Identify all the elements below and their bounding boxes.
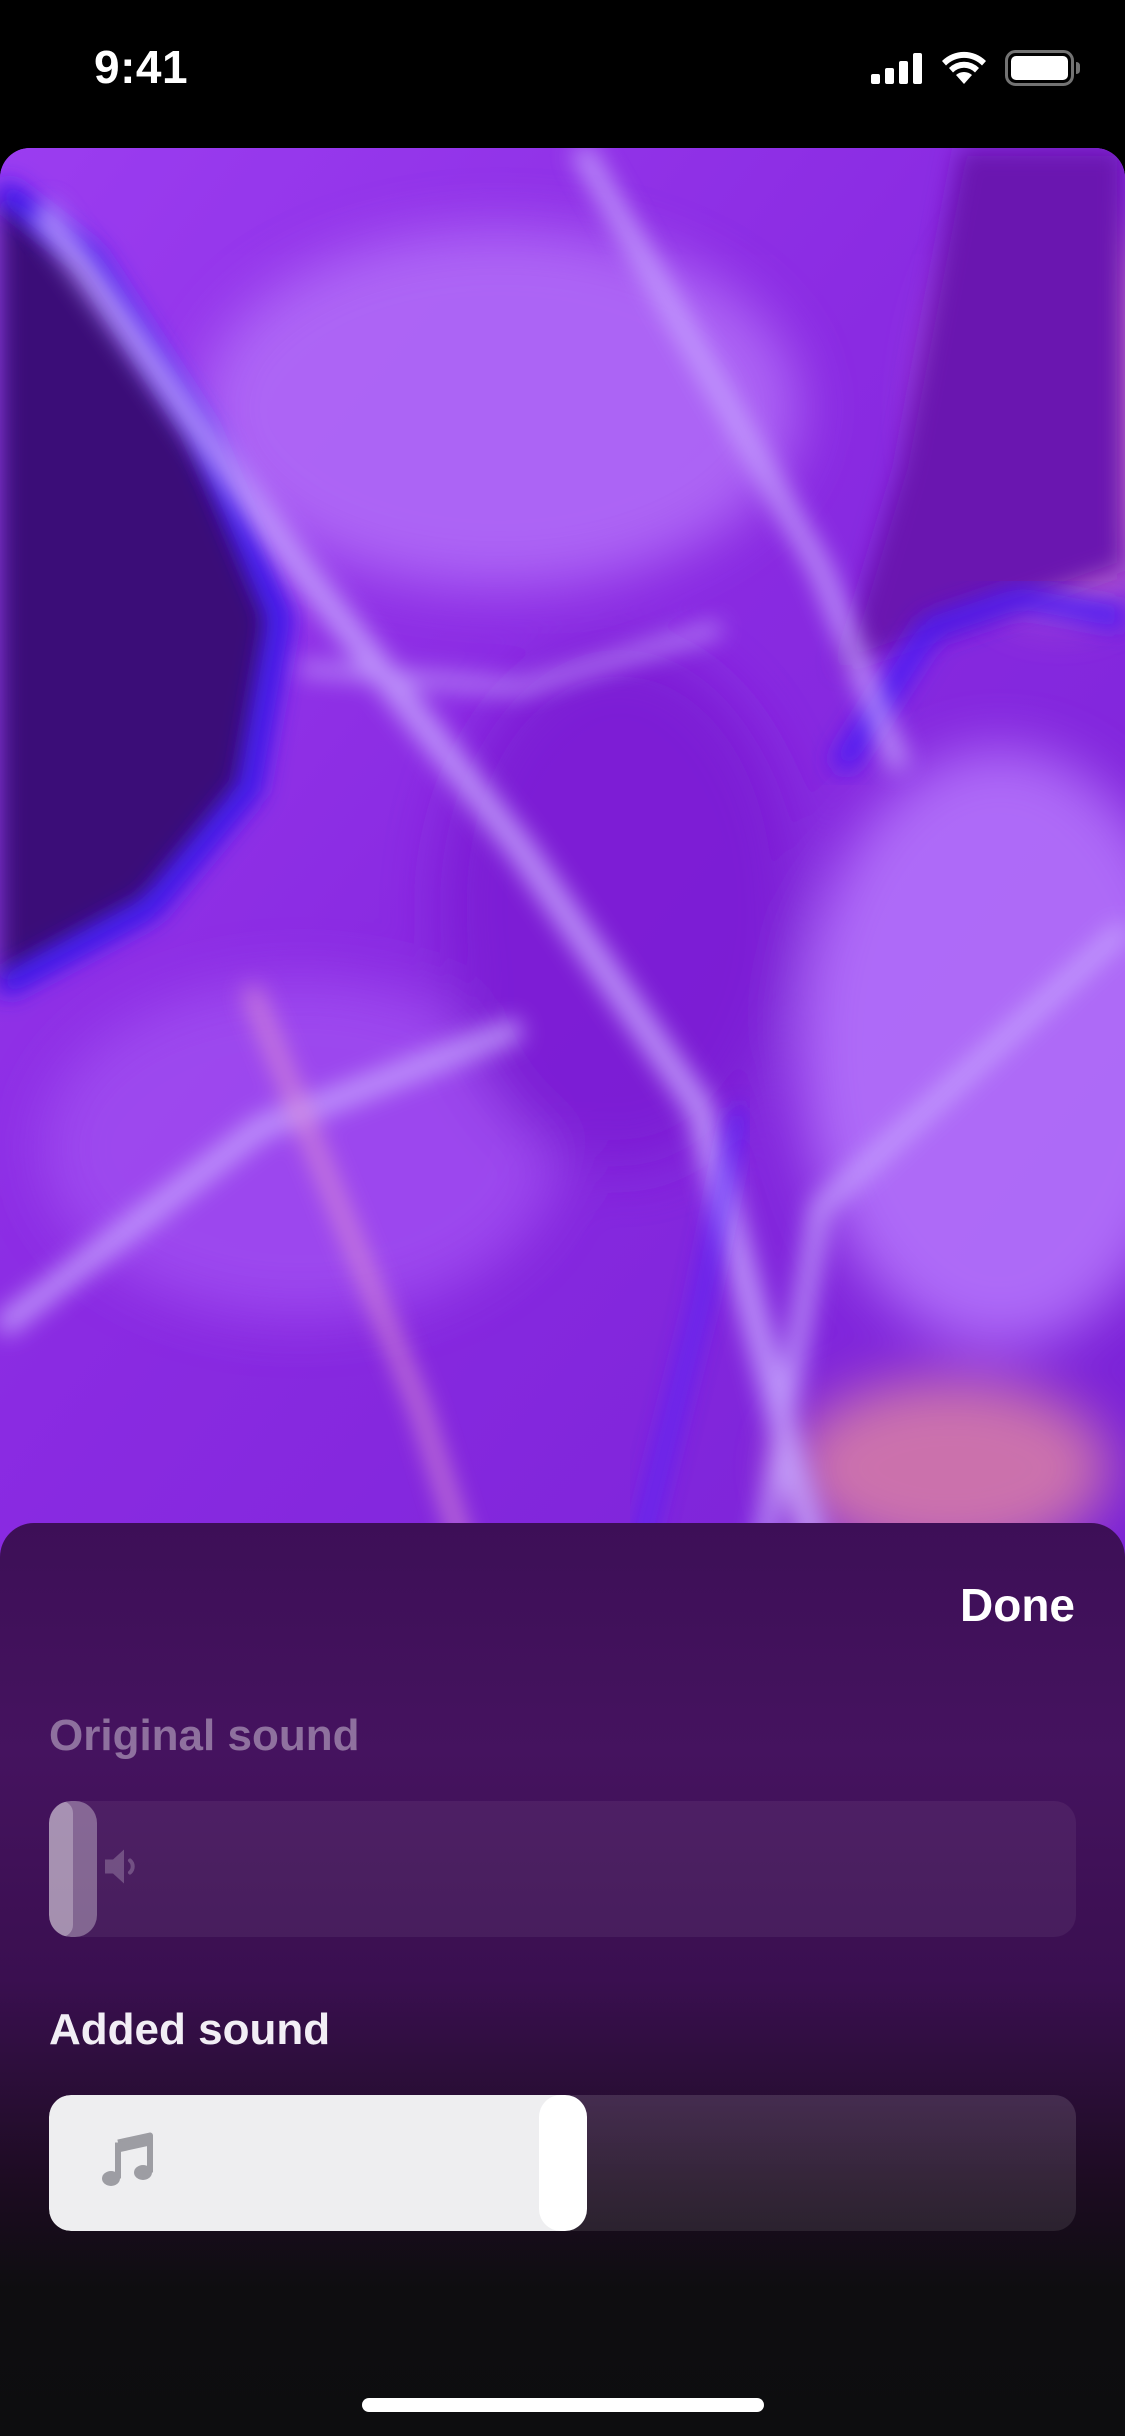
video-preview[interactable] [0,148,1125,1568]
home-indicator [362,2398,764,2412]
music-note-icon [101,2132,155,2194]
speaker-icon [99,1843,147,1896]
sound-mixer-sheet: Done Original sound Added sound [0,1523,1125,2436]
cellular-signal-icon [871,53,922,84]
wifi-icon [942,51,986,84]
original-sound-label: Original sound [49,1711,360,1760]
original-sound-slider[interactable] [49,1801,1076,1937]
battery-icon [1005,50,1080,86]
added-sound-slider-thumb[interactable] [539,2095,587,2231]
added-sound-label: Added sound [49,2005,331,2054]
status-time: 9:41 [94,41,189,93]
done-button[interactable]: Done [960,1578,1075,1632]
status-bar: 9:41 [0,0,1125,140]
added-sound-slider[interactable] [49,2095,1076,2231]
original-sound-slider-thumb[interactable] [49,1801,97,1937]
status-icons [871,50,1081,86]
video-frame [0,148,1125,1568]
